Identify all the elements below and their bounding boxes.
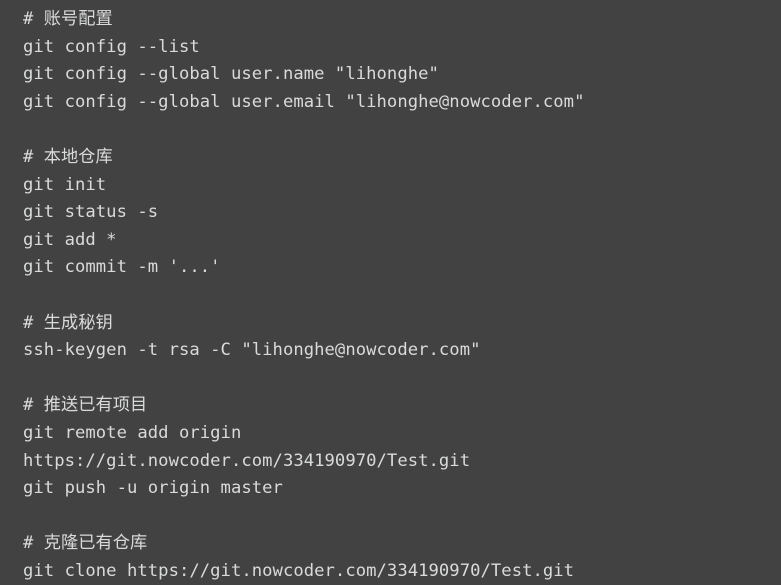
code-comment-line: # 本地仓库 xyxy=(23,146,113,167)
code-line: git add * xyxy=(23,229,117,250)
code-line: git status -s xyxy=(23,202,159,223)
code-line: git remote add origin xyxy=(23,422,242,443)
code-line: git config --list xyxy=(23,36,200,57)
code-line: git init xyxy=(23,174,107,195)
code-comment-line: # 生成秘钥 xyxy=(23,312,113,333)
code-line: git commit -m '...' xyxy=(23,257,221,278)
code-line: git push -u origin master xyxy=(23,478,283,499)
code-line: git config --global user.email "lihonghe… xyxy=(23,91,585,112)
code-line: https://git.nowcoder.com/334190970/Test.… xyxy=(23,450,471,471)
code-comment-line: # 账号配置 xyxy=(23,9,113,29)
code-line: git clone https://git.nowcoder.com/33419… xyxy=(23,560,575,581)
code-block: # 账号配置 git config --list git config --glob… xyxy=(0,0,781,581)
code-comment-line: # 推送已有项目 xyxy=(23,395,148,416)
code-comment-line: # 克隆已有仓库 xyxy=(23,533,148,554)
code-line: git config --global user.name "lihonghe" xyxy=(23,64,439,85)
code-line: ssh-keygen -t rsa -C "lihonghe@nowcoder.… xyxy=(23,340,481,361)
